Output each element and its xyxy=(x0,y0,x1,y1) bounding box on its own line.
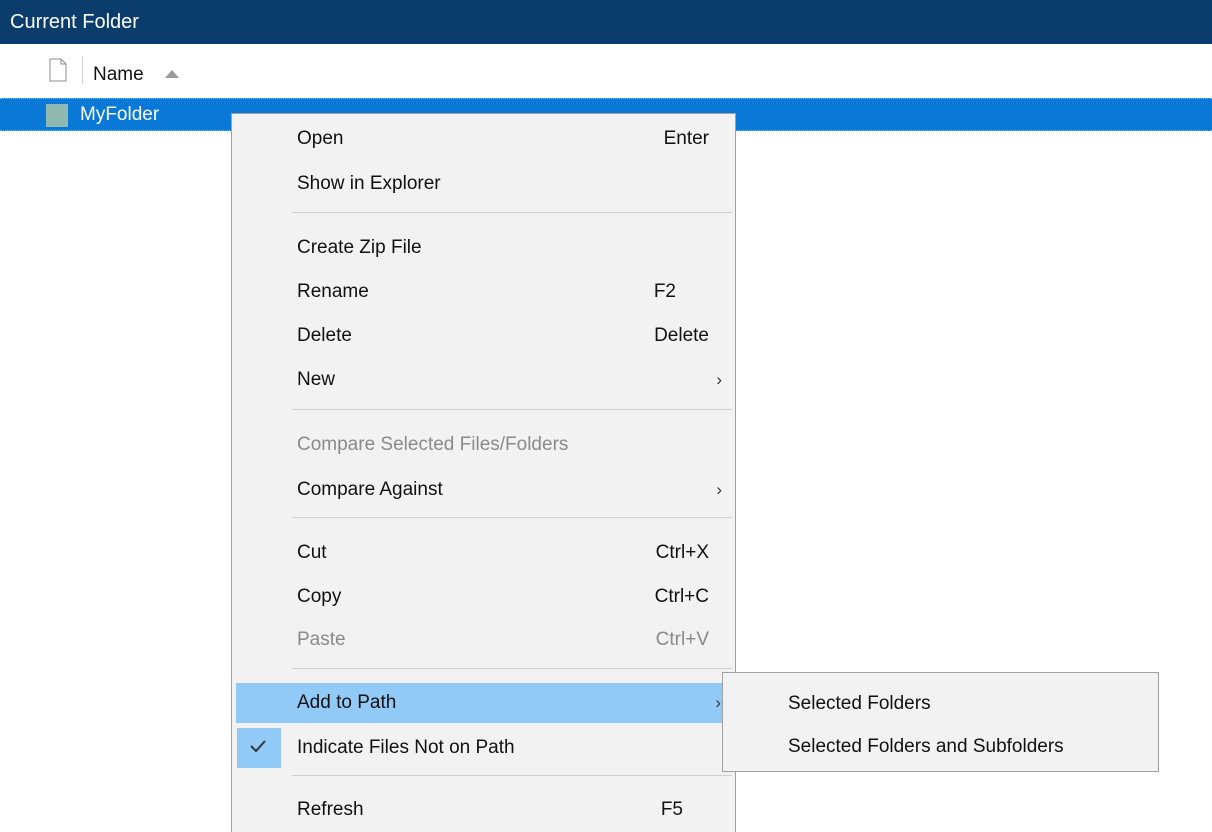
menu-item-shortcut: Ctrl+X xyxy=(655,542,709,563)
menu-item-add-to-path[interactable]: Add to Path › xyxy=(236,683,730,723)
menu-item-label: Rename xyxy=(297,281,369,302)
chevron-right-icon: › xyxy=(715,693,721,712)
menu-item-shortcut: Delete xyxy=(654,325,709,346)
menu-item-shortcut: F5 xyxy=(660,799,683,820)
file-icon[interactable] xyxy=(49,58,67,82)
menu-item-delete[interactable]: Delete Delete xyxy=(233,316,734,356)
submenu-item-label: Selected Folders and Subfolders xyxy=(788,736,1064,757)
chevron-right-icon: › xyxy=(716,480,722,499)
submenu-item-label: Selected Folders xyxy=(788,693,931,714)
menu-separator xyxy=(292,517,732,518)
name-column-header[interactable]: Name xyxy=(93,44,144,98)
submenu-item-selected-folders[interactable]: Selected Folders xyxy=(723,684,1158,724)
menu-item-label: Indicate Files Not on Path xyxy=(297,737,515,758)
menu-item-label: Copy xyxy=(297,586,342,607)
menu-item-label: Cut xyxy=(297,542,327,563)
chevron-right-icon: › xyxy=(716,370,722,389)
menu-item-shortcut: F2 xyxy=(653,281,676,302)
menu-item-compare-against[interactable]: Compare Against › xyxy=(233,470,734,510)
menu-separator xyxy=(292,409,732,410)
menu-item-cut[interactable]: Cut Ctrl+X xyxy=(233,533,734,573)
menu-item-label: New xyxy=(297,369,336,390)
menu-item-compare-selected: Compare Selected Files/Folders xyxy=(233,425,734,465)
menu-item-indicate-files-not-on-path[interactable]: Indicate Files Not on Path xyxy=(233,728,734,768)
menu-item-shortcut: Ctrl+C xyxy=(654,586,709,607)
menu-item-copy[interactable]: Copy Ctrl+C xyxy=(233,577,734,617)
context-menu: Open Enter Show in Explorer Create Zip F… xyxy=(231,113,736,832)
menu-item-open[interactable]: Open Enter xyxy=(233,119,734,159)
checkmark-icon xyxy=(248,736,268,756)
menu-item-label: Create Zip File xyxy=(297,237,422,258)
menu-item-new[interactable]: New › xyxy=(233,360,734,400)
menu-item-rename[interactable]: Rename F2 xyxy=(233,272,734,312)
menu-item-label: Show in Explorer xyxy=(297,173,441,194)
menu-item-create-zip-file[interactable]: Create Zip File xyxy=(233,228,734,268)
menu-item-shortcut: Enter xyxy=(663,128,709,149)
column-divider[interactable] xyxy=(82,56,83,84)
panel-title-label: Current Folder xyxy=(10,11,139,33)
menu-item-label: Refresh xyxy=(297,799,364,820)
menu-item-show-in-explorer[interactable]: Show in Explorer xyxy=(233,164,734,204)
folder-icon xyxy=(46,104,68,127)
menu-item-label: Delete xyxy=(297,325,352,346)
menu-item-refresh[interactable]: Refresh F5 xyxy=(233,790,734,830)
menu-item-label: Add to Path xyxy=(297,692,397,713)
menu-item-label: Paste xyxy=(297,629,346,650)
column-header-row: Name xyxy=(0,44,1212,98)
menu-item-label: Open xyxy=(297,128,344,149)
menu-item-label: Compare Selected Files/Folders xyxy=(297,434,569,455)
menu-separator xyxy=(292,668,732,669)
menu-item-paste: Paste Ctrl+V xyxy=(233,620,734,660)
menu-separator xyxy=(292,775,732,776)
add-to-path-submenu: Selected Folders Selected Folders and Su… xyxy=(722,672,1159,772)
panel-title: Current Folder xyxy=(0,0,1212,44)
menu-separator xyxy=(292,212,732,213)
menu-item-shortcut: Ctrl+V xyxy=(655,629,709,650)
sort-ascending-icon xyxy=(165,70,179,78)
menu-item-label: Compare Against xyxy=(297,479,443,500)
submenu-item-selected-folders-and-subfolders[interactable]: Selected Folders and Subfolders xyxy=(723,727,1158,767)
file-row-name: MyFolder xyxy=(80,104,160,125)
